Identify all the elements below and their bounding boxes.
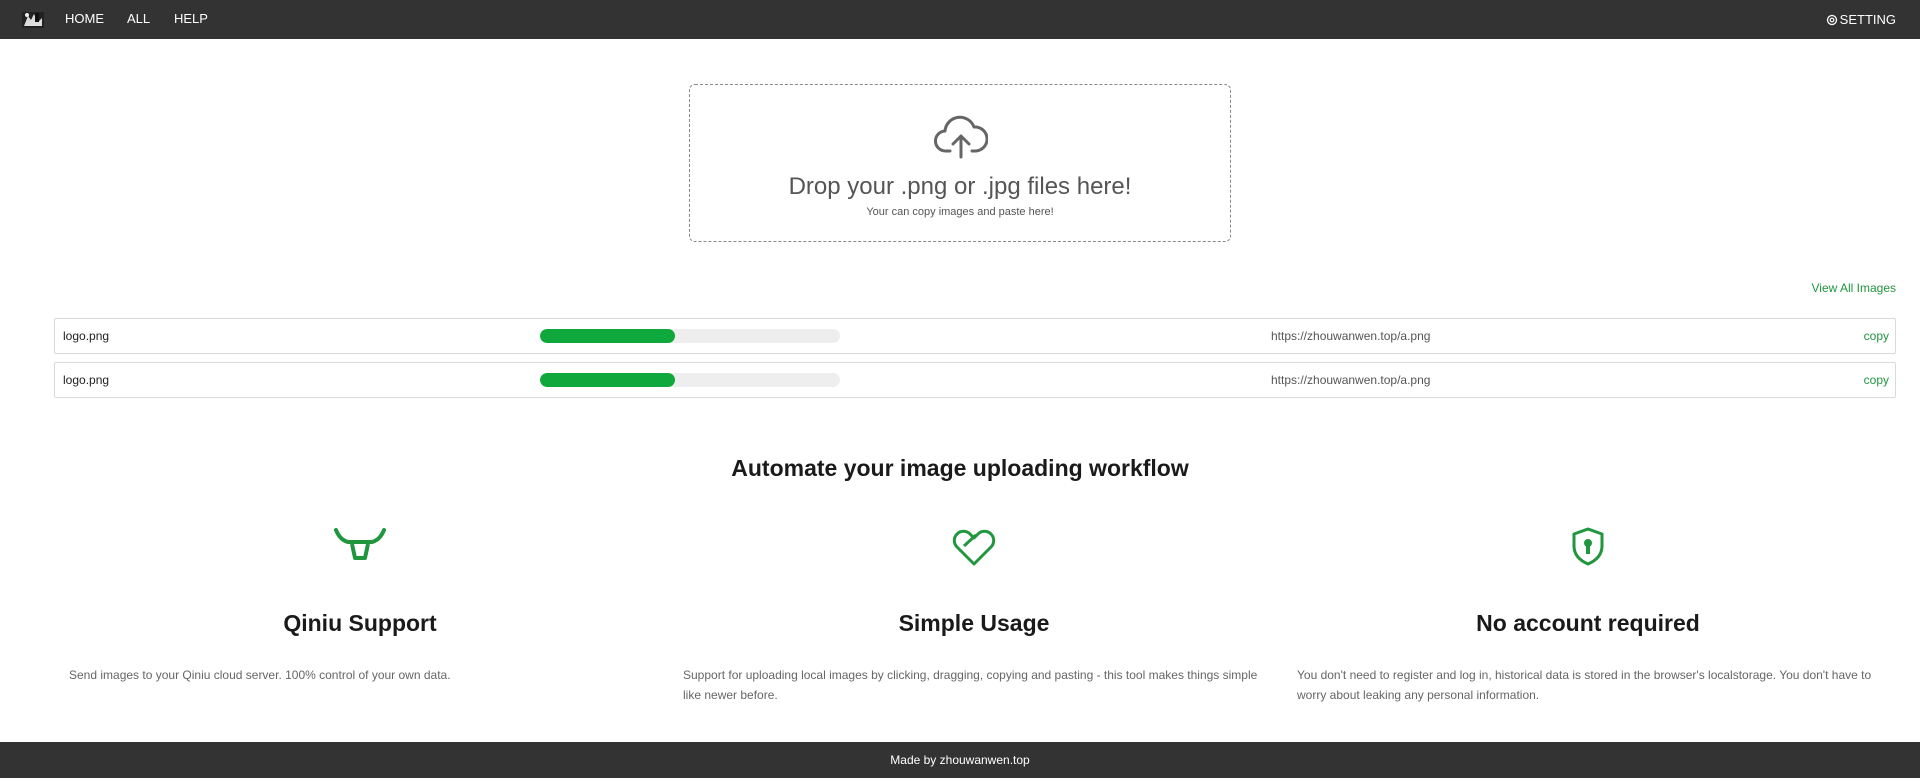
file-row: logo.png https://zhouwanwen.top/a.png co… [54, 362, 1896, 398]
file-row: logo.png https://zhouwanwen.top/a.png co… [54, 318, 1896, 354]
feature-description: You don't need to register and log in, h… [1297, 668, 1872, 702]
feature-title: Simple Usage [898, 610, 1050, 636]
upload-progress-bar [540, 373, 840, 387]
nav-home-link[interactable]: HOME [65, 0, 104, 39]
footer: Made by zhouwanwen.top [0, 742, 1920, 778]
feature-title: Qiniu Support [283, 610, 437, 636]
top-navbar: HOME ALL HELP SETTING [0, 0, 1920, 39]
progress-fill [540, 373, 675, 387]
bull-horns-icon [334, 528, 386, 560]
feature-description: Send images to your Qiniu cloud server. … [69, 668, 451, 682]
nav-all-link[interactable]: ALL [127, 0, 150, 39]
copy-link[interactable]: copy [1864, 319, 1889, 353]
gear-icon [1826, 14, 1837, 25]
feature-title: No account required [1476, 610, 1700, 636]
view-all-images-link[interactable]: View All Images [1812, 281, 1897, 295]
setting-label: SETTING [1839, 12, 1896, 27]
file-url: https://zhouwanwen.top/a.png [1271, 329, 1431, 343]
shield-lock-icon [1572, 527, 1604, 566]
heart-icon [952, 529, 996, 566]
upload-progress-bar [540, 329, 840, 343]
file-url: https://zhouwanwen.top/a.png [1271, 373, 1431, 387]
dropzone-title: Drop your .png or .jpg files here! [788, 173, 1132, 200]
app-logo-icon[interactable] [22, 10, 44, 28]
dropzone-subtitle: Your can copy images and paste here! [866, 206, 1054, 218]
nav-help-link[interactable]: HELP [174, 0, 208, 39]
cloud-upload-icon [934, 115, 988, 159]
setting-button[interactable]: SETTING [1826, 0, 1896, 39]
copy-link[interactable]: copy [1864, 363, 1889, 397]
file-name: logo.png [63, 329, 110, 343]
feature-description: Support for uploading local images by cl… [683, 668, 1258, 702]
file-name: logo.png [63, 373, 110, 387]
upload-dropzone[interactable]: Drop your .png or .jpg files here! Your … [689, 84, 1231, 242]
progress-fill [540, 329, 675, 343]
section-headline: Automate your image uploading workflow [731, 455, 1189, 481]
